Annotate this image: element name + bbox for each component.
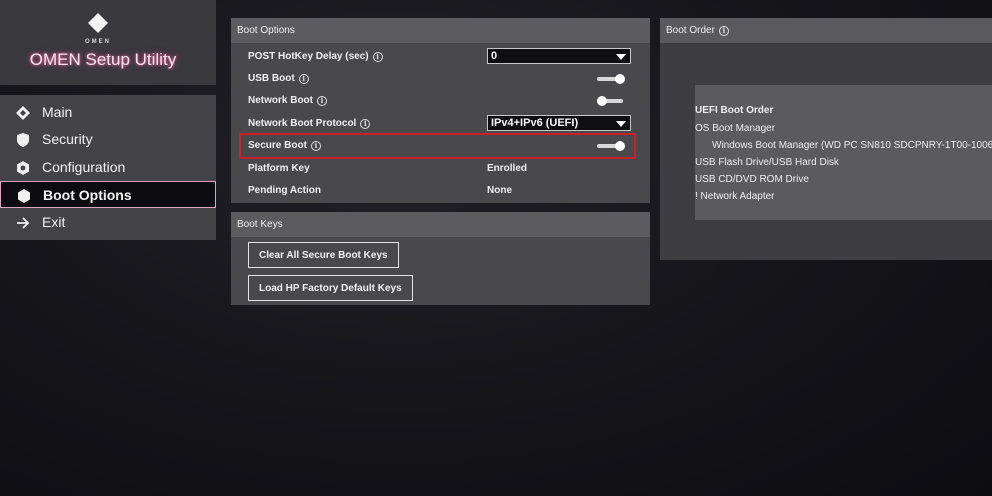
load-factory-default-keys-button[interactable]: Load HP Factory Default Keys — [248, 275, 413, 301]
info-icon[interactable]: i — [718, 26, 729, 36]
nav-item-label: Configuration — [42, 159, 126, 175]
main-navigation: Main Security Configuration Boot Options… — [0, 95, 216, 240]
brand-label: OMEN — [85, 39, 111, 45]
diamond-icon — [16, 106, 30, 120]
setting-label: Network Boot Protocol i — [248, 118, 371, 129]
omen-logo-area: OMEN OMEN Setup Utility — [0, 0, 216, 85]
nav-item-configuration[interactable]: Configuration — [0, 154, 216, 181]
secure-boot-highlight-box — [239, 133, 636, 159]
boot-order-item[interactable]: USB Flash Drive/USB Hard Disk — [695, 157, 839, 168]
network-boot-protocol-row: Network Boot Protocol i IPv4+IPv6 (UEFI) — [231, 113, 650, 135]
setting-label-text: Network Boot — [248, 95, 313, 106]
pending-action-value: None — [487, 185, 512, 196]
setting-label-text: Network Boot Protocol — [248, 118, 357, 129]
boot-order-header: UEFI Boot Order — [695, 105, 774, 116]
hexagon-icon — [18, 189, 30, 203]
boot-options-panel: Boot Options POST HotKey Delay (sec) i 0 … — [231, 18, 650, 203]
dropdown-value: IPv4+IPv6 (UEFI) — [491, 117, 579, 129]
setting-label: POST HotKey Delay (sec) i — [248, 51, 383, 62]
post-hotkey-delay-row: POST HotKey Delay (sec) i 0 — [231, 46, 650, 68]
nav-item-exit[interactable]: Exit — [0, 209, 216, 236]
boot-order-item[interactable]: USB CD/DVD ROM Drive — [695, 174, 809, 185]
platform-key-row: Platform Key Enrolled — [231, 158, 650, 180]
chevron-down-icon — [616, 121, 626, 127]
panel-title: Boot Options — [237, 25, 295, 36]
dropdown-value: 0 — [491, 50, 498, 62]
boot-order-list: UEFI Boot Order OS Boot Manager Windows … — [695, 85, 992, 220]
setting-label: USB Boot i — [248, 73, 309, 84]
info-icon[interactable]: i — [360, 119, 371, 129]
setting-label-text: POST HotKey Delay (sec) — [248, 51, 369, 62]
info-icon[interactable]: i — [298, 74, 309, 84]
platform-key-value: Enrolled — [487, 163, 528, 174]
boot-order-item[interactable]: ! Network Adapter — [695, 191, 774, 202]
panel-header: Boot Order i — [660, 18, 992, 43]
network-boot-row: Network Boot i — [231, 90, 650, 112]
clear-secure-boot-keys-button[interactable]: Clear All Secure Boot Keys — [248, 242, 399, 268]
panel-header: Boot Options — [231, 18, 650, 43]
info-icon[interactable]: i — [372, 52, 383, 62]
info-icon[interactable]: i — [317, 96, 327, 106]
app-title: OMEN Setup Utility — [29, 50, 177, 69]
shield-icon — [17, 133, 29, 147]
usb-boot-toggle[interactable] — [597, 74, 625, 84]
nav-item-security[interactable]: Security — [0, 126, 216, 153]
nav-item-label: Main — [42, 104, 73, 120]
setting-label: Platform Key — [248, 163, 310, 174]
exit-arrow-icon — [17, 217, 30, 229]
nav-item-label: Exit — [42, 214, 66, 230]
post-hotkey-delay-dropdown[interactable]: 0 — [487, 48, 631, 64]
omen-diamond-logo-icon — [88, 13, 108, 33]
network-boot-toggle[interactable] — [597, 96, 625, 106]
setting-label: Pending Action — [248, 185, 321, 196]
pending-action-row: Pending Action None — [231, 180, 650, 202]
gear-icon — [17, 161, 29, 175]
nav-item-label: Boot Options — [43, 187, 132, 203]
panel-title: Boot Order i — [666, 25, 729, 36]
boot-keys-panel: Boot Keys Clear All Secure Boot Keys Loa… — [231, 212, 650, 305]
chevron-down-icon — [616, 54, 626, 60]
nav-item-label: Security — [42, 131, 93, 147]
boot-order-item[interactable]: OS Boot Manager — [695, 123, 775, 134]
panel-title-text: Boot Order — [666, 25, 715, 36]
boot-order-item[interactable]: Windows Boot Manager (WD PC SN810 SDCPNR… — [712, 140, 992, 151]
setting-label: Network Boot i — [248, 95, 327, 106]
panel-title: Boot Keys — [237, 219, 283, 230]
boot-order-panel: Boot Order i UEFI Boot Order OS Boot Mana… — [660, 18, 992, 260]
toggle-knob — [615, 74, 625, 84]
network-boot-protocol-dropdown[interactable]: IPv4+IPv6 (UEFI) — [487, 115, 631, 131]
toggle-knob — [597, 96, 607, 106]
usb-boot-row: USB Boot i — [231, 68, 650, 90]
panel-header: Boot Keys — [231, 212, 650, 237]
nav-item-main[interactable]: Main — [0, 99, 216, 126]
setting-label-text: USB Boot — [248, 73, 295, 84]
nav-item-boot-options[interactable]: Boot Options — [0, 181, 216, 208]
